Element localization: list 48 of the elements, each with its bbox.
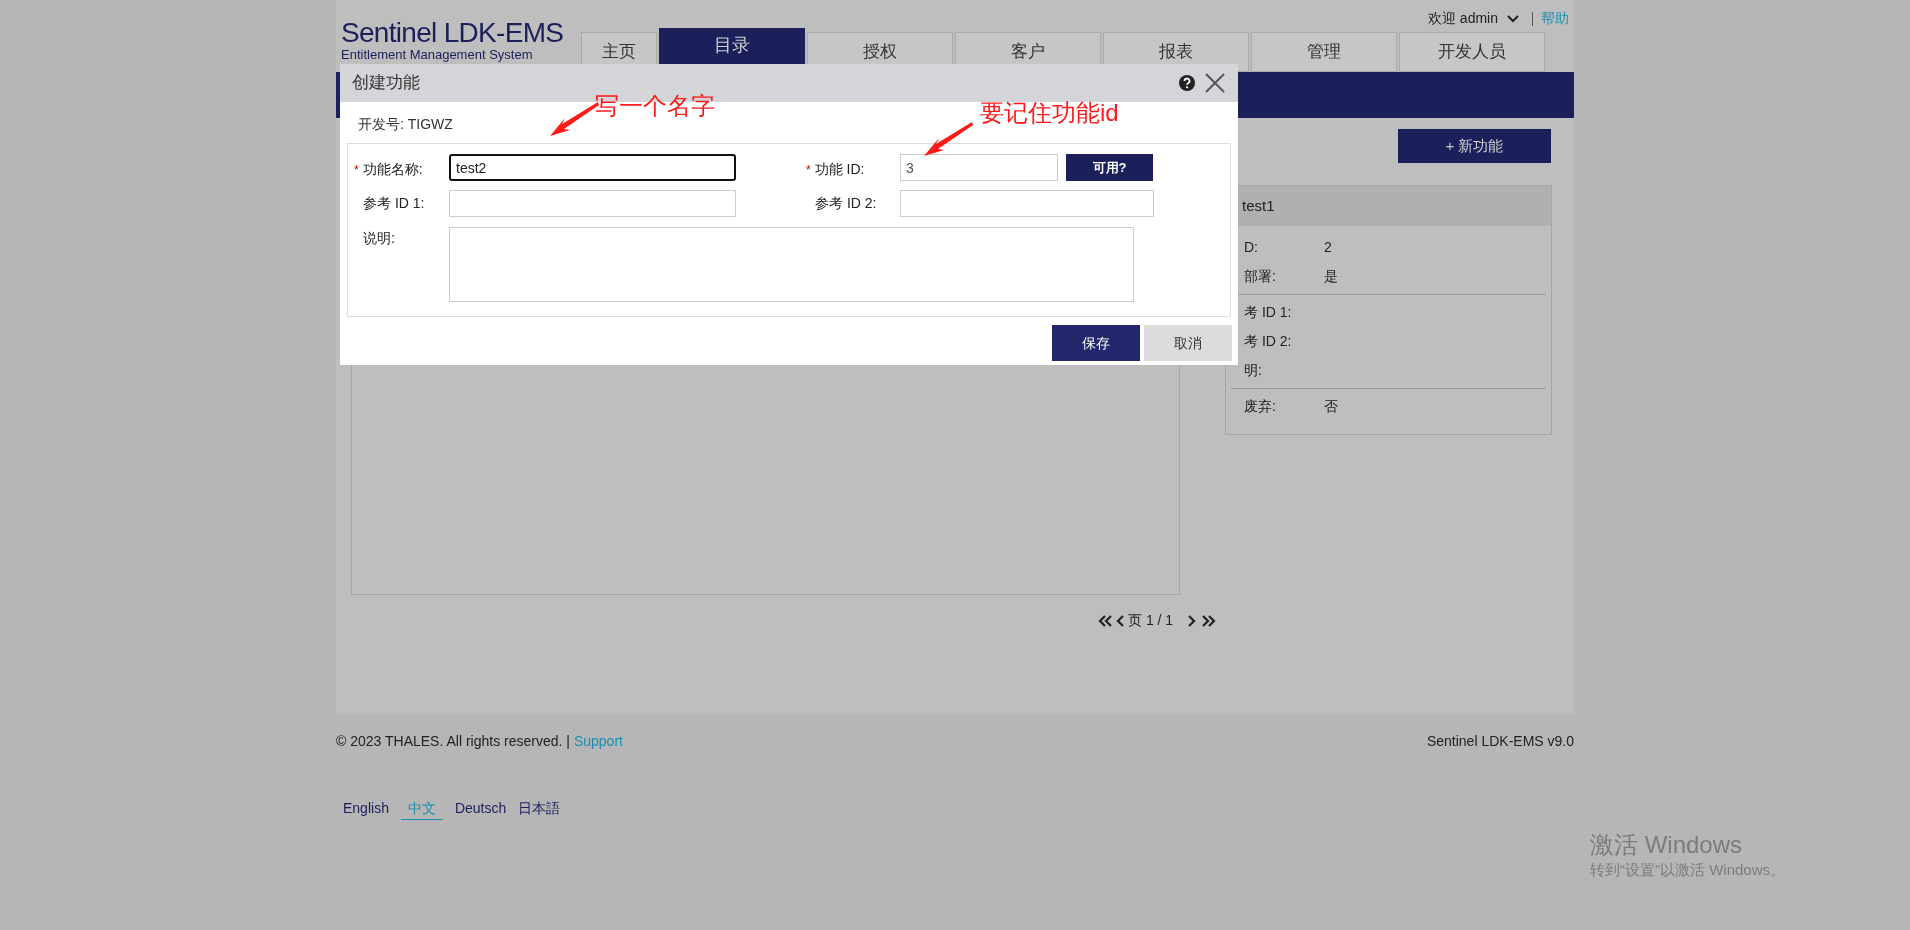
copyright-text: © 2023 THALES. All rights reserved. | (336, 732, 570, 751)
logo-title: Sentinel LDK-EMS (341, 18, 564, 48)
new-feature-button[interactable]: + 新功能 (1398, 129, 1551, 163)
save-button[interactable]: 保存 (1052, 325, 1140, 361)
welcome-user[interactable]: 欢迎 admin (1427, 8, 1498, 29)
nav-tab[interactable]: 开发人员 (1399, 32, 1545, 72)
language-link[interactable]: Deutsch (454, 798, 507, 820)
version-text: Sentinel LDK-EMS v9.0 (1426, 732, 1574, 751)
activation-title: 激活 Windows (1590, 830, 1744, 860)
annotation-text: 写一个名字 (595, 91, 715, 121)
language-link[interactable]: English (343, 798, 389, 820)
field-label: 功能名称: (362, 160, 423, 179)
reference-id-1-input[interactable] (449, 190, 736, 217)
last-page-icon[interactable] (1201, 613, 1218, 628)
dialog-title: 创建功能 (352, 72, 420, 95)
nav-tab[interactable]: 管理 (1251, 32, 1397, 72)
help-icon[interactable] (1178, 74, 1196, 92)
field-label: 参考 ID 1: (363, 194, 425, 213)
chevron-down-icon[interactable] (1506, 13, 1520, 24)
vendor-code: 开发号: TIGWZ (358, 115, 453, 134)
field-label: 参考 ID 2: (815, 194, 877, 213)
name-input[interactable]: test2 (449, 154, 736, 181)
required-mark: * (806, 161, 811, 179)
first-page-icon[interactable] (1097, 613, 1113, 628)
reference-id-2-input[interactable] (900, 190, 1154, 217)
detail-label: 明: (1243, 361, 1263, 380)
field-label: 说明: (363, 229, 395, 248)
detail-value: 是 (1324, 267, 1338, 286)
check-availability-button[interactable]: 可用? (1066, 154, 1153, 181)
detail-label: 废弃: (1243, 397, 1277, 416)
language-link[interactable]: 日本語 (518, 798, 561, 820)
close-icon[interactable] (1204, 72, 1226, 94)
detail-label: D: (1243, 238, 1259, 257)
detail-label: 部署: (1243, 267, 1277, 286)
detail-label: 考 ID 2: (1243, 332, 1293, 351)
detail-value: 2 (1324, 238, 1332, 257)
annotation-arrow (922, 120, 974, 158)
logo-subtitle: Entitlement Management System (341, 48, 534, 62)
required-mark: * (354, 161, 359, 179)
annotation-text: 要记住功能id (980, 98, 1119, 128)
previous-page-icon[interactable] (1116, 613, 1125, 628)
id-input[interactable]: 3 (900, 154, 1058, 181)
cancel-button[interactable]: 取消 (1144, 325, 1232, 361)
field-label: 功能 ID: (814, 160, 865, 179)
detail-label: 考 ID 1: (1243, 303, 1293, 322)
page-indicator: 页 1 / 1 (1128, 611, 1174, 630)
detail-value: 否 (1324, 397, 1338, 416)
card-title: test1 (1242, 195, 1275, 216)
